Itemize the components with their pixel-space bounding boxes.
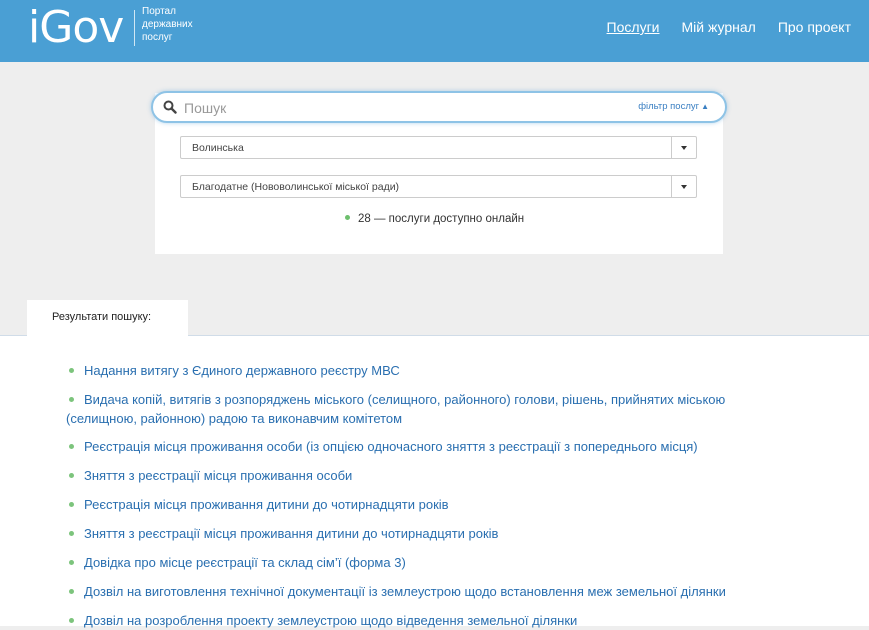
logo-subtitle-line-3: послуг bbox=[142, 32, 173, 43]
result-item-link[interactable]: Дозвіл на розроблення проекту землеустро… bbox=[84, 613, 577, 628]
bullet-icon bbox=[69, 473, 74, 478]
caret-down-icon bbox=[681, 146, 687, 150]
locality-select-button[interactable] bbox=[671, 176, 696, 197]
bullet-icon bbox=[69, 531, 74, 536]
nav-services-link[interactable]: Послуги bbox=[607, 19, 660, 35]
result-item[interactable]: Реєстрація місця проживання дитини до чо… bbox=[66, 495, 796, 514]
igov-logo[interactable]: iGov bbox=[28, 2, 124, 54]
online-services-count: 28 — послуги доступно онлайн bbox=[358, 213, 525, 225]
search-icon bbox=[163, 100, 177, 114]
logo-subtitle-line-1: Портал bbox=[142, 6, 176, 17]
locality-select-value: Благодатне (Нововолинської міської ради) bbox=[192, 181, 400, 193]
results-tab[interactable]: Результати пошуку: bbox=[27, 300, 188, 336]
caret-down-icon bbox=[681, 185, 687, 189]
result-item[interactable]: Зняття з реєстрації місця проживання осо… bbox=[66, 466, 796, 485]
top-header: iGov Портал державних послуг Послуги Мій… bbox=[0, 0, 869, 62]
bullet-icon bbox=[69, 589, 74, 594]
result-item[interactable]: Надання витягу з Єдиного державного реєс… bbox=[66, 361, 796, 380]
service-filter-toggle[interactable]: фільтр послуг ▲ bbox=[638, 101, 709, 112]
results-tab-label: Результати пошуку: bbox=[52, 311, 152, 323]
bullet-icon bbox=[69, 444, 74, 449]
service-filter-label: фільтр послуг bbox=[638, 101, 700, 112]
bullet-icon bbox=[69, 502, 74, 507]
result-item[interactable]: Дозвіл на виготовлення технічної докумен… bbox=[66, 582, 796, 601]
logo-subtitle-line-2: державних bbox=[142, 19, 193, 30]
bullet-icon bbox=[69, 368, 74, 373]
result-item-link[interactable]: Надання витягу з Єдиного державного реєс… bbox=[84, 363, 400, 378]
bullet-icon bbox=[69, 618, 74, 623]
region-select-value: Волинська bbox=[192, 142, 244, 154]
logo-subtitle: Портал державних послуг bbox=[142, 5, 212, 44]
search-box[interactable]: фільтр послуг▲ bbox=[151, 91, 727, 123]
result-item-link[interactable]: Реєстрація місця проживання дитини до чо… bbox=[84, 497, 449, 512]
result-item-link[interactable]: Довідка про місце реєстрації та склад сі… bbox=[84, 555, 406, 570]
result-item[interactable]: Реєстрація місця проживання особи (із оп… bbox=[66, 437, 796, 456]
status-dot-icon bbox=[345, 215, 350, 221]
logo-divider bbox=[134, 10, 135, 46]
bullet-icon bbox=[69, 560, 74, 565]
result-item-link[interactable]: Видача копій, витягів з розпоряджень міс… bbox=[66, 392, 725, 426]
locality-select[interactable]: Благодатне (Нововолинської міської ради) bbox=[180, 175, 697, 198]
online-services-status: 28 — послуги доступно онлайн bbox=[345, 213, 524, 225]
nav-about-project-link[interactable]: Про проект bbox=[778, 19, 851, 35]
result-item[interactable]: Видача копій, витягів з розпоряджень міс… bbox=[66, 390, 796, 428]
result-item-link[interactable]: Реєстрація місця проживання особи (із оп… bbox=[84, 439, 698, 454]
result-item[interactable]: Довідка про місце реєстрації та склад сі… bbox=[66, 553, 796, 572]
result-item[interactable]: Зняття з реєстрації місця проживання дит… bbox=[66, 524, 796, 543]
region-select[interactable]: Волинська bbox=[180, 136, 697, 159]
nav-my-journal-link[interactable]: Мій журнал bbox=[682, 19, 756, 35]
bullet-icon bbox=[69, 397, 74, 402]
search-input[interactable] bbox=[182, 97, 606, 119]
result-item-link[interactable]: Зняття з реєстрації місця проживання дит… bbox=[84, 526, 498, 541]
results-area: Надання витягу з Єдиного державного реєс… bbox=[0, 335, 869, 628]
result-item-link[interactable]: Зняття з реєстрації місця проживання осо… bbox=[84, 468, 352, 483]
region-select-button[interactable] bbox=[671, 137, 696, 158]
result-item-link[interactable]: Дозвіл на виготовлення технічної докумен… bbox=[84, 584, 726, 599]
result-item[interactable]: Дозвіл на розроблення проекту землеустро… bbox=[66, 611, 796, 630]
chevron-up-icon: ▲ bbox=[701, 102, 709, 111]
main-nav: Послуги Мій журнал Про проект bbox=[607, 19, 851, 35]
